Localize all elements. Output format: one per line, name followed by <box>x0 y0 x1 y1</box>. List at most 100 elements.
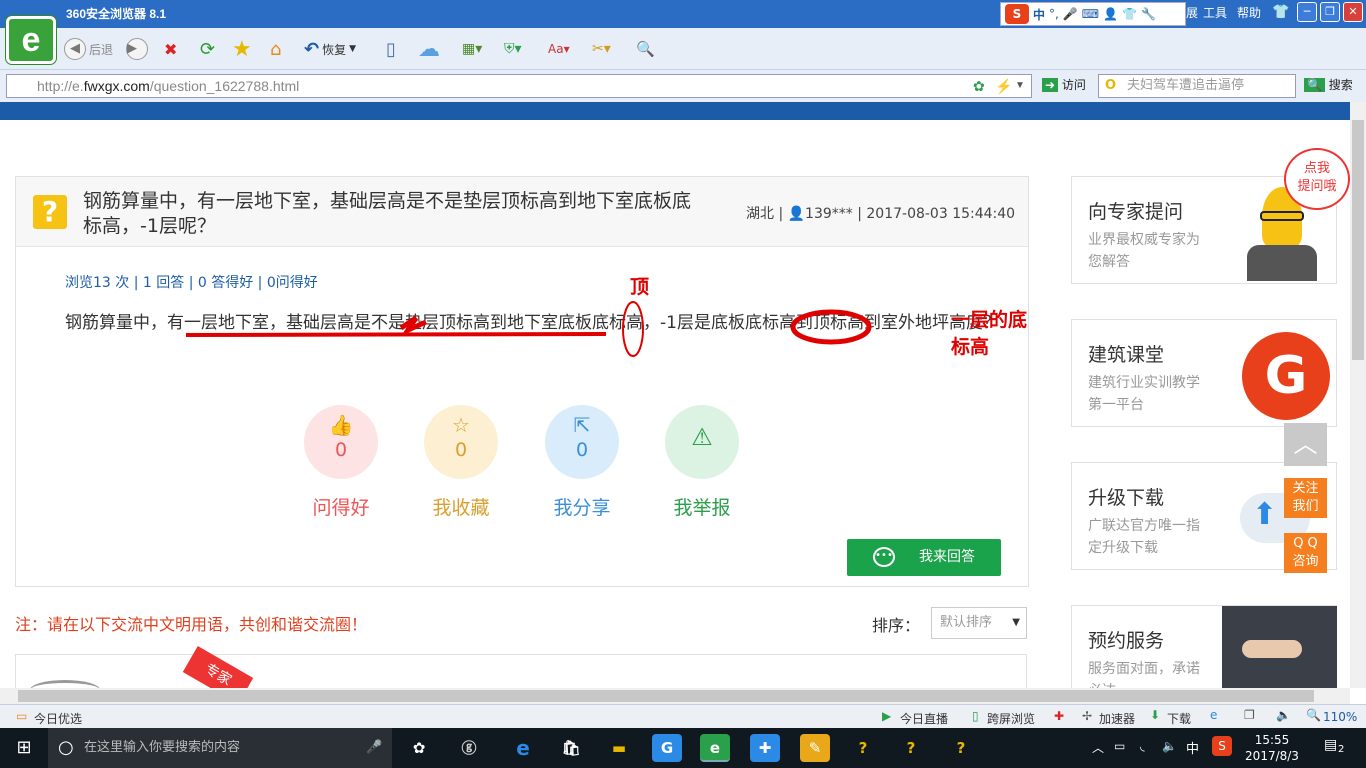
sogou-icon[interactable]: S <box>1005 4 1029 24</box>
remote-app-icon[interactable]: ✚ <box>750 734 780 762</box>
search-button[interactable]: 🔍 搜索 <box>1304 76 1353 93</box>
screenshot-icon[interactable]: ✂▾ <box>592 36 611 62</box>
swirl-app-icon[interactable]: ⓖ <box>454 734 484 762</box>
user-icon[interactable]: 👤 <box>1103 7 1118 21</box>
share-button[interactable]: ⇱ 0 <box>545 405 619 479</box>
edge-icon[interactable]: e <box>508 734 538 762</box>
minimize-button[interactable]: ─ <box>1297 2 1317 22</box>
chat-bubble-icon: ••• <box>873 547 895 567</box>
status-cross-screen[interactable]: 跨屏浏览 <box>987 710 1035 727</box>
wrench-icon[interactable]: 🔧 <box>1141 7 1156 21</box>
speed-icon[interactable]: ⚡ <box>995 75 1012 97</box>
like-count: 0 <box>334 439 348 461</box>
collect-label[interactable]: 我收藏 <box>411 493 511 520</box>
back-button[interactable]: ◀ 后退 <box>64 36 113 62</box>
appointment-card[interactable]: 预约服务 服务面对面，承诺必达 <box>1071 605 1337 695</box>
zoom-icon[interactable]: 🔍 <box>636 36 655 62</box>
action-center-icon[interactable]: ▤ <box>1324 737 1337 753</box>
horizontal-scroll-thumb[interactable] <box>18 690 1314 702</box>
font-icon[interactable]: Aa▾ <box>548 36 570 62</box>
keyboard-icon[interactable]: ⌨ <box>1082 7 1099 21</box>
qq-consult-button[interactable]: Q Q 咨询 <box>1284 533 1327 573</box>
task-view-icon[interactable]: ✿ <box>404 734 434 762</box>
zoom-level[interactable]: 110% <box>1323 710 1357 724</box>
tray-expand-icon[interactable]: ︿ <box>1092 739 1104 756</box>
home-icon[interactable]: ⌂ <box>270 36 281 62</box>
help-app-icon-3[interactable]: ? <box>946 734 976 762</box>
url-dropdown-icon[interactable]: ▼ <box>1015 75 1025 97</box>
wifi-icon[interactable]: ◟ <box>1140 739 1145 753</box>
skin-icon[interactable]: 👕 <box>1272 4 1289 20</box>
refresh-icon[interactable]: ⟳ <box>200 36 215 62</box>
maximize-button[interactable]: ❐ <box>1320 2 1340 22</box>
warning-icon: ⚠ <box>691 423 713 451</box>
today-picks[interactable]: 今日优选 <box>34 710 82 727</box>
handshake-icon <box>1222 606 1337 688</box>
answer-button[interactable]: ••• 我来回答 <box>847 539 1001 576</box>
follow-line2: 我们 <box>1292 499 1319 514</box>
taskbar-clock[interactable]: 15:55 2017/8/3 <box>1244 732 1300 764</box>
follow-us-button[interactable]: 关注 我们 <box>1284 478 1327 518</box>
shield-icon[interactable]: ⛨▾ <box>504 36 522 62</box>
network-icon[interactable]: ▭ <box>1114 739 1125 753</box>
glodon-app-icon[interactable]: G <box>652 734 682 762</box>
ask-bubble[interactable]: 点我 提问哦 <box>1284 148 1350 210</box>
ime-mode[interactable]: 中 <box>1033 6 1045 23</box>
mic-icon[interactable]: 🎤 <box>1063 7 1078 21</box>
store-icon[interactable]: 🛍 <box>556 734 586 762</box>
menu-extend[interactable]: 展 <box>1186 4 1198 21</box>
card-desc: 建筑行业实训教学第一平台 <box>1088 375 1200 413</box>
menu-tools[interactable]: 工具 <box>1203 4 1227 21</box>
favorite-star-icon[interactable]: ★ <box>232 36 252 62</box>
back-to-top-button[interactable]: ︿ <box>1284 423 1327 466</box>
windows-start-icon[interactable]: ⊞ <box>0 728 48 768</box>
qq-line1: Q Q <box>1293 536 1318 551</box>
status-download[interactable]: 下载 <box>1167 710 1191 727</box>
url-input[interactable]: http://e.fwxgx.com/question_1622788.html… <box>6 74 1032 98</box>
tray-ime[interactable]: 中 <box>1186 738 1199 757</box>
report-label[interactable]: 我举报 <box>652 493 752 520</box>
report-button[interactable]: ⚠ <box>665 405 739 479</box>
visit-button[interactable]: ➜ 访问 <box>1042 76 1086 93</box>
card-title: 建筑课堂 <box>1088 344 1165 366</box>
search-input[interactable]: O 夫妇驾车遭追击逼停 <box>1098 74 1296 98</box>
search-engine-icon[interactable]: O <box>1105 75 1116 97</box>
browser-360-taskbar-icon[interactable]: e <box>700 734 730 762</box>
shirt-icon[interactable]: 👕 <box>1122 7 1137 21</box>
vertical-scroll-thumb[interactable] <box>1352 120 1364 360</box>
apps-icon[interactable]: ▦▾ <box>462 36 482 62</box>
status-accelerator[interactable]: 加速器 <box>1099 710 1135 727</box>
speaker-icon[interactable]: 🔈 <box>1162 739 1177 753</box>
live-icon: ▶ <box>882 709 892 723</box>
collect-button[interactable]: ☆ 0 <box>424 405 498 479</box>
forward-button[interactable]: ▶ <box>126 38 148 60</box>
annotation-right: 一层的底标高 <box>951 309 1028 358</box>
window-icon[interactable]: ❐ <box>1244 708 1255 722</box>
like-button[interactable]: 👍 0 <box>304 405 378 479</box>
url-path: /question_1622788.html <box>149 78 300 94</box>
sogou-tray-icon[interactable]: S <box>1212 736 1232 756</box>
ie-icon[interactable]: e <box>1210 708 1217 722</box>
restore-button[interactable]: ↶ 恢复 ▼ <box>304 36 356 62</box>
stop-icon[interactable]: ✖ <box>164 36 177 62</box>
sort-select[interactable]: 默认排序 ▼ <box>931 607 1027 639</box>
punctuation-icon[interactable]: °, <box>1049 7 1059 21</box>
share-label[interactable]: 我分享 <box>532 493 632 520</box>
security-icon[interactable]: ✿ <box>973 75 985 97</box>
taskbar-search-input[interactable]: ○ 在这里输入你要搜索的内容 🎤 <box>48 728 392 768</box>
ime-toolbar[interactable]: S 中 °, 🎤 ⌨ 👤 👕 🔧 <box>1000 2 1186 26</box>
help-app-icon-1[interactable]: ? <box>848 734 878 762</box>
mic-icon[interactable]: 🎤 <box>366 728 382 768</box>
cloud-icon[interactable]: ☁ <box>418 36 440 62</box>
file-explorer-icon[interactable]: ▬ <box>604 734 634 762</box>
volume-icon[interactable]: 🔈 <box>1276 708 1291 722</box>
help-app-icon-2[interactable]: ? <box>896 734 926 762</box>
notes-app-icon[interactable]: ✎ <box>800 734 830 762</box>
classroom-card[interactable]: 建筑课堂 建筑行业实训教学第一平台 G <box>1071 319 1337 427</box>
status-live[interactable]: 今日直播 <box>900 710 948 727</box>
close-button[interactable]: ✕ <box>1343 2 1363 22</box>
menu-help[interactable]: 帮助 <box>1237 4 1261 21</box>
phone-icon[interactable]: ▯ <box>386 36 396 62</box>
medkit-icon[interactable]: ✚ <box>1054 709 1064 723</box>
like-label[interactable]: 问得好 <box>291 493 391 520</box>
